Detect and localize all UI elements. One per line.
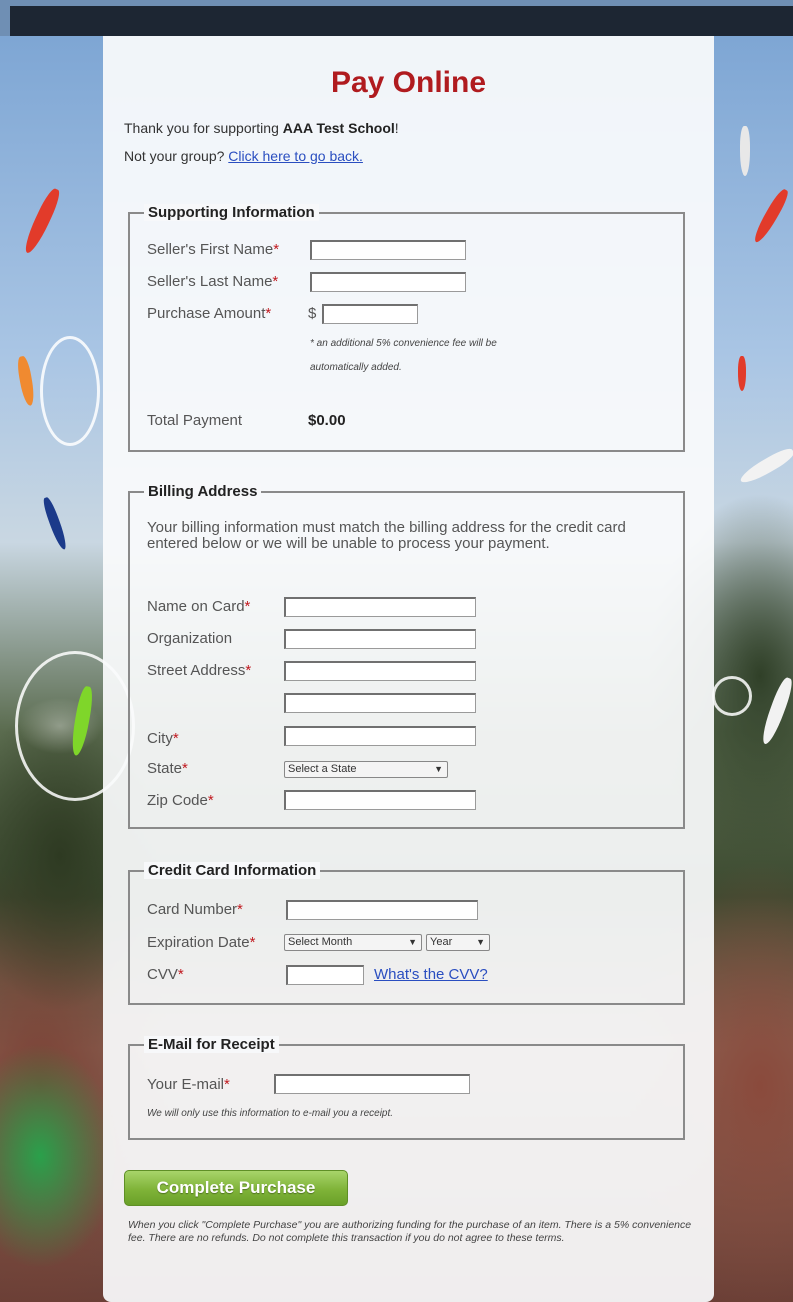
whats-the-cvv-link[interactable]: What's the CVV? (374, 966, 488, 983)
supporting-information-section: Supporting Information Seller's First Na… (128, 204, 685, 452)
currency-symbol: $ (308, 305, 317, 322)
juggling-ring-decoration (712, 676, 752, 716)
school-name: AAA Test School (282, 120, 395, 136)
intro-prefix: Thank you for supporting (124, 120, 283, 136)
juggling-club-decoration (740, 126, 750, 176)
total-payment-label: Total Payment (147, 412, 243, 429)
name-on-card-input[interactable] (284, 597, 476, 617)
terms-text: When you click "Complete Purchase" you a… (128, 1219, 692, 1244)
email-receipt-section: E-Mail for Receipt Your E-mail* We will … (128, 1036, 685, 1140)
juggling-club-decoration (758, 675, 793, 747)
browser-top-bar (10, 6, 793, 36)
card-number-label: Card Number* (147, 901, 243, 918)
required-marker: * (182, 760, 188, 777)
street-address-input-1[interactable] (284, 661, 476, 681)
juggling-club-decoration (40, 495, 70, 552)
first-name-label: Seller's First Name* (147, 241, 280, 258)
credit-card-legend: Credit Card Information (144, 862, 321, 879)
required-marker: * (249, 934, 256, 951)
required-marker: * (223, 1076, 230, 1093)
required-marker: * (177, 966, 184, 983)
name-on-card-label: Name on Card* (147, 598, 251, 615)
zip-code-label: Zip Code* (147, 792, 214, 809)
last-name-label: Seller's Last Name* (147, 273, 279, 290)
purchase-amount-label: Purchase Amount* (147, 305, 272, 322)
cvv-input[interactable] (286, 965, 364, 985)
dropdown-arrow-icon: ▼ (408, 937, 417, 947)
card-number-input[interactable] (286, 900, 478, 920)
total-payment-value: $0.00 (308, 412, 346, 429)
organization-label: Organization (147, 630, 233, 647)
not-your-group-line: Not your group? Click here to go back. (124, 148, 363, 164)
zip-code-input[interactable] (284, 790, 476, 810)
email-label: Your E-mail* (147, 1076, 230, 1093)
supporting-legend: Supporting Information (144, 204, 319, 221)
juggling-club-decoration (738, 356, 746, 391)
street-address-label: Street Address* (147, 662, 252, 679)
email-input[interactable] (274, 1074, 470, 1094)
expiration-month-select[interactable]: Select Month ▼ (284, 934, 422, 951)
billing-legend: Billing Address (144, 483, 262, 500)
fee-note-line-1: * an additional 5% convenience fee will … (310, 338, 497, 349)
seller-last-name-input[interactable] (310, 272, 466, 292)
dropdown-arrow-icon: ▼ (476, 937, 485, 947)
email-privacy-note: We will only use this information to e-m… (147, 1108, 394, 1119)
page-title: Pay Online (330, 66, 487, 99)
street-address-input-2[interactable] (284, 693, 476, 713)
email-legend: E-Mail for Receipt (144, 1036, 279, 1053)
intro-suffix: ! (394, 120, 399, 136)
juggling-club-decoration (750, 187, 792, 245)
year-select-value: Year (430, 936, 453, 948)
purchase-amount-input[interactable] (322, 304, 418, 324)
state-label: State* (147, 760, 188, 777)
required-marker: * (272, 273, 279, 290)
juggling-club-decoration (737, 444, 793, 488)
required-marker: * (172, 730, 179, 747)
billing-notice: Your billing information must match the … (147, 519, 626, 552)
required-marker: * (244, 598, 251, 615)
dropdown-arrow-icon: ▼ (434, 764, 443, 774)
state-select[interactable]: Select a State ▼ (284, 761, 448, 778)
required-marker: * (207, 792, 214, 809)
required-marker: * (273, 241, 280, 258)
juggling-ring-decoration (40, 336, 100, 446)
complete-purchase-button[interactable]: Complete Purchase (124, 1170, 348, 1206)
payment-form-panel: Pay Online Thank you for supporting AAA … (103, 36, 714, 1302)
billing-address-section: Billing Address Your billing information… (128, 483, 685, 829)
required-marker: * (265, 305, 272, 322)
state-select-value: Select a State (288, 763, 357, 775)
not-group-text: Not your group? (124, 148, 229, 164)
month-select-value: Select Month (288, 936, 353, 948)
credit-card-section: Credit Card Information Card Number* Exp… (128, 862, 685, 1005)
seller-first-name-input[interactable] (310, 240, 466, 260)
expiration-year-select[interactable]: Year ▼ (426, 934, 490, 951)
fee-note-line-2: automatically added. (310, 362, 402, 373)
intro-text: Thank you for supporting AAA Test School… (124, 120, 399, 136)
juggling-club-decoration (20, 186, 64, 256)
go-back-link[interactable]: Click here to go back. (228, 148, 363, 164)
required-marker: * (237, 901, 243, 918)
expiration-date-label: Expiration Date* (147, 934, 256, 951)
juggling-club-decoration (15, 355, 37, 407)
organization-input[interactable] (284, 629, 476, 649)
city-input[interactable] (284, 726, 476, 746)
required-marker: * (245, 662, 252, 679)
cvv-label: CVV* (147, 966, 184, 983)
city-label: City* (147, 730, 179, 747)
